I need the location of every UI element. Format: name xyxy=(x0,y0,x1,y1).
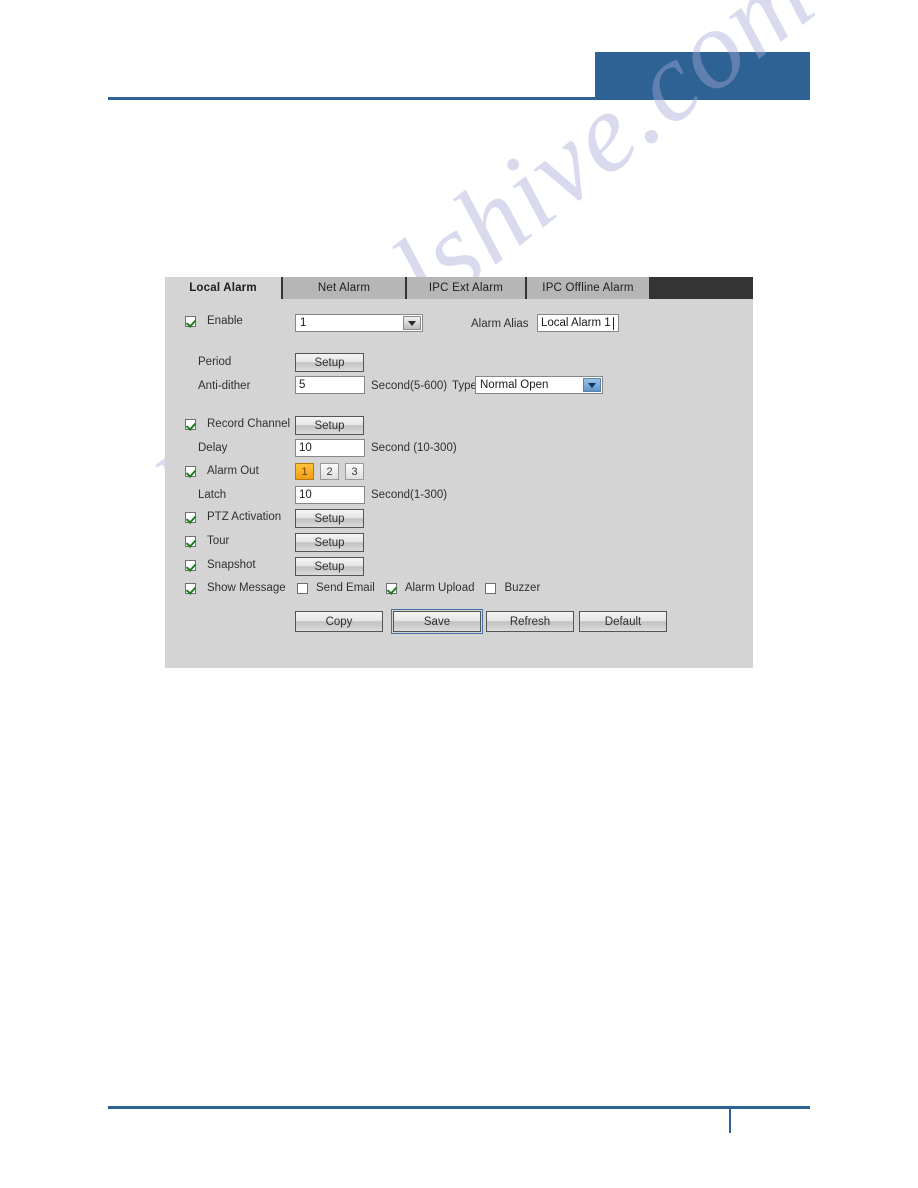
record-channel-label: Record Channel xyxy=(207,418,291,430)
record-channel-row: Record Channel xyxy=(185,418,290,430)
show-message-checkbox[interactable] xyxy=(185,582,196,594)
period-label: Period xyxy=(198,356,232,368)
enable-checkbox[interactable] xyxy=(185,315,196,327)
alarm-out-label: Alarm Out xyxy=(207,465,259,477)
send-email-label: Send Email xyxy=(316,582,375,594)
chevron-down-icon[interactable] xyxy=(403,316,421,330)
latch-unit: Second(1-300) xyxy=(371,489,448,501)
tab-local-alarm[interactable]: Local Alarm xyxy=(165,277,283,299)
alarm-out-row: Alarm Out xyxy=(185,465,259,477)
tour-row: Tour xyxy=(185,535,229,547)
ptz-activation-label: PTZ Activation xyxy=(207,511,282,523)
tab-ipc-ext-alarm[interactable]: IPC Ext Alarm xyxy=(407,277,527,299)
tour-label: Tour xyxy=(207,535,230,547)
chevron-down-icon[interactable] xyxy=(583,378,601,392)
channel-select-value: 1 xyxy=(300,317,307,329)
header-accent-block xyxy=(595,52,810,100)
enable-label: Enable xyxy=(207,315,243,327)
record-channel-checkbox[interactable] xyxy=(185,418,196,430)
snapshot-row: Snapshot xyxy=(185,559,256,571)
ptz-activation-checkbox[interactable] xyxy=(185,511,196,523)
latch-input[interactable]: 10 xyxy=(295,486,365,504)
delay-value: 10 xyxy=(299,442,312,454)
delay-input[interactable]: 10 xyxy=(295,439,365,457)
tab-ipc-offline-alarm[interactable]: IPC Offline Alarm xyxy=(527,277,651,299)
alarm-alias-input[interactable]: Local Alarm 1 xyxy=(537,314,619,332)
copy-button[interactable]: Copy xyxy=(295,611,383,632)
tour-checkbox[interactable] xyxy=(185,535,196,547)
default-button[interactable]: Default xyxy=(579,611,667,632)
send-email-checkbox[interactable] xyxy=(297,582,308,594)
alarm-alias-value: Local Alarm 1 xyxy=(541,317,611,329)
ptz-activation-row: PTZ Activation xyxy=(185,511,281,523)
snapshot-setup-button[interactable]: Setup xyxy=(295,557,364,576)
alarm-out-button-3[interactable]: 3 xyxy=(345,463,364,480)
notify-options-row: Send Email Alarm Upload Buzzer xyxy=(297,582,540,594)
show-message-label: Show Message xyxy=(207,582,286,594)
snapshot-label: Snapshot xyxy=(207,559,256,571)
footer-tick xyxy=(729,1108,731,1133)
save-button[interactable]: Save xyxy=(391,609,483,634)
record-channel-setup-button[interactable]: Setup xyxy=(295,416,364,435)
tab-net-alarm[interactable]: Net Alarm xyxy=(283,277,407,299)
period-setup-button[interactable]: Setup xyxy=(295,353,364,372)
type-select-value: Normal Open xyxy=(480,379,549,391)
alarm-out-button-1[interactable]: 1 xyxy=(295,463,314,480)
alarm-out-buttons: 1 2 3 xyxy=(295,463,370,480)
show-message-row: Show Message xyxy=(185,582,286,594)
delay-unit: Second (10-300) xyxy=(371,442,457,454)
alarm-out-button-2[interactable]: 2 xyxy=(320,463,339,480)
ptz-activation-setup-button[interactable]: Setup xyxy=(295,509,364,528)
snapshot-checkbox[interactable] xyxy=(185,559,196,571)
anti-dither-unit: Second(5-600) xyxy=(371,380,448,392)
latch-label: Latch xyxy=(198,489,227,501)
enable-row: Enable xyxy=(185,315,243,327)
anti-dither-input[interactable]: 5 xyxy=(295,376,365,394)
type-select[interactable]: Normal Open xyxy=(475,376,603,394)
anti-dither-value: 5 xyxy=(299,379,306,391)
tab-bar: Local Alarm Net Alarm IPC Ext Alarm IPC … xyxy=(165,277,753,299)
anti-dither-label: Anti-dither xyxy=(198,380,251,392)
alarm-out-checkbox[interactable] xyxy=(185,465,196,477)
alarm-settings-panel: Local Alarm Net Alarm IPC Ext Alarm IPC … xyxy=(165,277,753,668)
tour-setup-button[interactable]: Setup xyxy=(295,533,364,552)
alarm-upload-checkbox[interactable] xyxy=(385,582,397,594)
refresh-button[interactable]: Refresh xyxy=(486,611,574,632)
delay-label: Delay xyxy=(198,442,228,454)
buzzer-checkbox[interactable] xyxy=(485,582,497,594)
buzzer-label: Buzzer xyxy=(504,582,541,594)
alarm-alias-label: Alarm Alias xyxy=(471,318,529,330)
type-label: Type xyxy=(452,380,477,392)
footer-rule xyxy=(108,1106,810,1109)
alarm-upload-label: Alarm Upload xyxy=(404,582,475,594)
header-rule xyxy=(108,97,810,100)
latch-value: 10 xyxy=(299,489,312,501)
channel-select[interactable]: 1 xyxy=(295,314,423,332)
